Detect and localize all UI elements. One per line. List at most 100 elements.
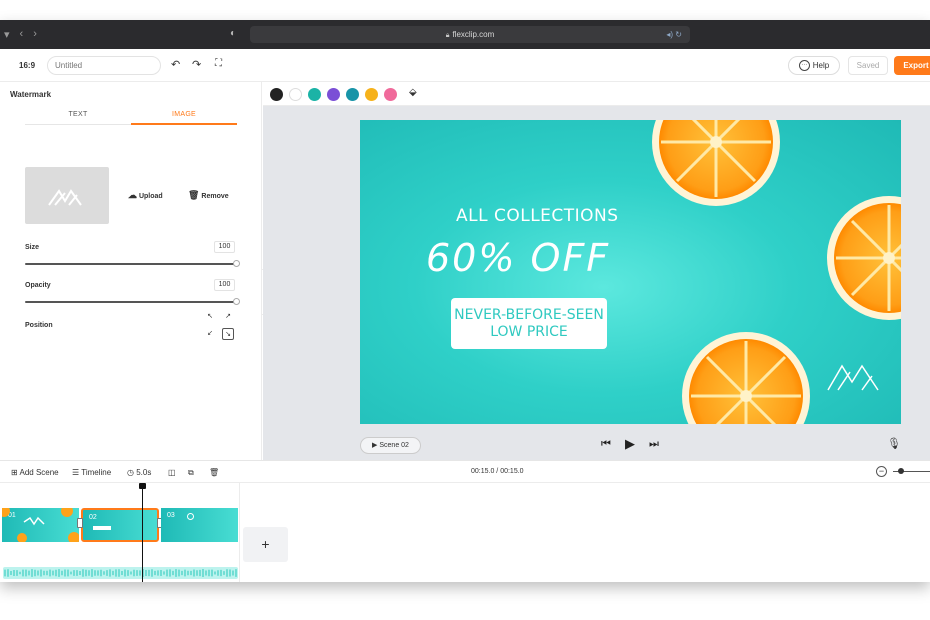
timeline-body: 01 02 03 + bbox=[0, 483, 930, 582]
opacity-slider-knob[interactable] bbox=[233, 298, 240, 305]
paint-bucket-icon[interactable]: ⬙ bbox=[409, 87, 417, 98]
clip-thumbnail bbox=[93, 526, 111, 530]
scene-label: Scene 02 bbox=[379, 442, 409, 449]
timeline-button[interactable]: ☰ Timeline bbox=[72, 468, 111, 477]
position-top-right[interactable]: ↗ bbox=[222, 311, 234, 323]
panel-title: Watermark bbox=[10, 90, 52, 99]
clip-trim-handle[interactable] bbox=[77, 518, 83, 528]
clip-thumbnail bbox=[187, 513, 194, 520]
position-label: Position bbox=[25, 322, 53, 329]
previous-icon[interactable]: ⏮ bbox=[601, 438, 611, 451]
color-swatch[interactable] bbox=[289, 88, 302, 101]
add-icon: ⊞ bbox=[11, 468, 18, 477]
zoom-slider-knob[interactable] bbox=[898, 468, 904, 474]
opacity-slider[interactable] bbox=[25, 298, 240, 305]
duplicate-icon[interactable]: ⧉ bbox=[188, 468, 194, 478]
clock-icon: ◷ bbox=[127, 468, 134, 477]
tab-text[interactable]: TEXT bbox=[25, 111, 131, 118]
delete-icon[interactable]: 🗑︎ bbox=[209, 468, 219, 477]
active-tab-indicator bbox=[131, 123, 237, 125]
trash-icon: 🗑︎ bbox=[188, 190, 200, 200]
forward-icon[interactable]: › bbox=[33, 28, 37, 41]
position-bottom-right[interactable]: ↘ bbox=[222, 328, 234, 340]
upload-label: Upload bbox=[138, 193, 163, 200]
project-title-input[interactable] bbox=[47, 56, 161, 75]
saved-button[interactable]: Saved bbox=[848, 56, 888, 75]
position-bottom-left[interactable]: ↙ bbox=[204, 328, 216, 340]
add-scene-button[interactable]: ⊞ Add Scene bbox=[11, 468, 59, 477]
color-swatch[interactable] bbox=[384, 88, 397, 101]
split-icon[interactable]: ◫ bbox=[168, 468, 176, 477]
microphone-icon[interactable]: 🎙︎ bbox=[887, 437, 901, 450]
offer-text[interactable]: 60% OFF bbox=[426, 236, 610, 280]
scene-clip-selected[interactable]: 02 bbox=[81, 508, 159, 542]
video-canvas[interactable]: ALL COLLECTIONS 60% OFF NEVER-BEFORE-SEE… bbox=[360, 120, 901, 424]
position-top-left[interactable]: ↖ bbox=[204, 311, 216, 323]
lock-icon: 🔒︎ bbox=[445, 32, 450, 39]
audio-reload-icons[interactable]: ◂) ↻ bbox=[666, 26, 682, 43]
color-bar: ⬙ bbox=[263, 82, 930, 106]
color-swatch[interactable] bbox=[327, 88, 340, 101]
audio-track[interactable] bbox=[3, 567, 238, 579]
aspect-ratio-button[interactable]: 16:9 bbox=[19, 61, 35, 70]
remove-button[interactable]: 🗑︎ Remove bbox=[188, 190, 229, 201]
watermark-tabs: TEXT IMAGE bbox=[25, 105, 237, 125]
clip-number: 03 bbox=[167, 512, 175, 519]
export-button[interactable]: Export bbox=[894, 56, 930, 75]
price-badge[interactable]: NEVER-BEFORE-SEEN LOW PRICE bbox=[451, 298, 607, 349]
add-scene-plus-button[interactable]: + bbox=[243, 527, 288, 562]
position-grid: ↖ ↗ ↙ ↘ bbox=[204, 311, 236, 341]
scene-clip[interactable]: 01 bbox=[2, 508, 79, 542]
help-button[interactable]: ··· Help bbox=[788, 56, 840, 75]
color-swatch[interactable] bbox=[346, 88, 359, 101]
orange-slice bbox=[682, 332, 810, 424]
fullscreen-icon[interactable]: ⛶ bbox=[215, 58, 222, 69]
watermark-panel: Watermark TEXT IMAGE ☁︎ Upload 🗑︎ Remove… bbox=[0, 82, 262, 460]
upload-button[interactable]: ☁︎ Upload bbox=[128, 190, 163, 201]
duration-value: 5.0s bbox=[136, 468, 152, 477]
playhead[interactable] bbox=[142, 485, 143, 582]
scene-clip[interactable]: 03 bbox=[161, 508, 238, 542]
next-icon[interactable]: ⏭ bbox=[649, 438, 659, 451]
badge-line-2: LOW PRICE bbox=[490, 324, 568, 340]
browser-bar: ▾ ‹ › ◐ 🔒︎ flexclip.com ◂) ↻ bbox=[0, 20, 930, 49]
clip-number: 02 bbox=[89, 514, 97, 521]
opacity-value[interactable]: 100 bbox=[214, 279, 235, 291]
app-window: ▾ ‹ › ◐ 🔒︎flexclip.com ◂) ↻ 16:9 ↶ ↷ ⛶ ·… bbox=[0, 20, 930, 582]
play-icon[interactable]: ▶ bbox=[625, 436, 635, 452]
orange-slice bbox=[652, 120, 780, 206]
orange-slice bbox=[827, 196, 901, 320]
chat-icon: ··· bbox=[798, 60, 810, 72]
color-swatch[interactable] bbox=[308, 88, 321, 101]
size-slider[interactable] bbox=[25, 260, 240, 267]
back-icon[interactable]: ‹ bbox=[20, 28, 24, 41]
scene-button[interactable]: ▶ Scene 02 bbox=[360, 437, 421, 454]
editor-stage: ALL COLLECTIONS 60% OFF NEVER-BEFORE-SEE… bbox=[263, 106, 930, 460]
size-slider-knob[interactable] bbox=[233, 260, 240, 267]
headline-text[interactable]: ALL COLLECTIONS bbox=[456, 206, 619, 226]
address-bar[interactable]: 🔒︎ flexclip.com ◂) ↻ bbox=[250, 26, 690, 43]
app-toolbar: 16:9 ↶ ↷ ⛶ ···Help Saved Export bbox=[0, 49, 930, 82]
size-value[interactable]: 100 bbox=[214, 241, 235, 253]
zoom-out-icon[interactable]: − bbox=[876, 466, 887, 477]
opacity-label: Opacity bbox=[25, 282, 51, 289]
add-scene-label: Add Scene bbox=[19, 468, 59, 477]
url-text: flexclip.com bbox=[452, 30, 495, 39]
redo-icon[interactable]: ↷ bbox=[192, 58, 201, 71]
play-small-icon: ▶ bbox=[372, 442, 378, 449]
duration-button[interactable]: ◷ 5.0s bbox=[127, 468, 151, 477]
tab-image[interactable]: IMAGE bbox=[131, 111, 237, 118]
size-label: Size bbox=[25, 244, 40, 251]
help-label: Help bbox=[812, 61, 830, 70]
badge-line-1: NEVER-BEFORE-SEEN bbox=[454, 307, 604, 323]
color-swatch[interactable] bbox=[365, 88, 378, 101]
cloud-upload-icon: ☁︎ bbox=[128, 190, 137, 200]
browser-nav: ▾ ‹ › bbox=[4, 28, 37, 41]
shield-icon[interactable]: ◐ bbox=[230, 28, 236, 39]
sidebar-toggle-icon[interactable]: ▾ bbox=[4, 28, 10, 41]
watermark-logo-icon bbox=[48, 189, 82, 206]
undo-icon[interactable]: ↶ bbox=[171, 58, 180, 71]
color-swatch[interactable] bbox=[270, 88, 283, 101]
timeline-icon: ☰ bbox=[72, 468, 80, 477]
watermark-logo bbox=[827, 364, 879, 391]
